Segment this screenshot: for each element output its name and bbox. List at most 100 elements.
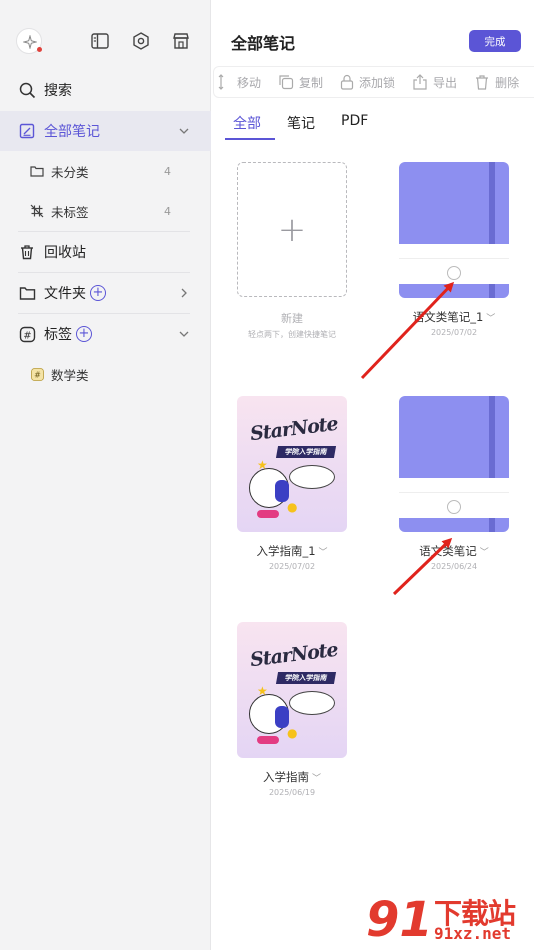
add-lock-button[interactable]: 添加锁 [340,74,395,91]
chevron-right-icon[interactable] [179,288,189,298]
chevron-down-icon[interactable]: ﹀ [319,548,328,558]
cover-speech-bubble [289,465,335,489]
note-date: 2025/06/24 [430,562,478,571]
note-card[interactable]: 语文类笔记_1 ﹀ 2025/07/02 [399,162,509,337]
sidebar-item-uncategorized[interactable]: 未分类 4 [0,151,211,191]
chevron-down-icon[interactable] [179,329,189,339]
sidebar-item-label: 搜索 [44,83,72,99]
sidebar-top-bar [16,28,194,56]
tab-notes[interactable]: 笔记 [287,113,315,137]
new-note-card[interactable]: + 新建 轻点两下，创建快捷笔记 [237,162,347,340]
notebook-ring [447,500,461,514]
note-card[interactable]: StarNote 学院入学指南 ★ ● 入学指南_1 ﹀ 2025/07/02 [237,396,347,571]
selection-toolbar: 移动 复制 添加锁 导出 删除 [213,66,534,98]
note-name: 语文类笔记_1 [412,310,484,324]
new-note-label: 新建 [281,312,303,325]
sidebar-item-label: 全部笔记 [44,124,100,140]
copy-button[interactable]: 复制 [278,74,323,91]
note-title[interactable]: 入学指南_1 ﹀ [237,543,347,559]
svg-text:#: # [34,370,41,379]
star-icon: ★ [257,684,268,698]
notebook-ring [447,266,461,280]
move-button[interactable]: 移动 [218,74,261,91]
notebook-cover[interactable] [399,396,509,532]
export-button[interactable]: 导出 [412,74,457,91]
cover-logo: StarNote [248,638,339,672]
new-note-button[interactable]: + [237,162,347,297]
note-name: 入学指南 [262,770,309,784]
chevron-down-icon[interactable] [179,126,189,136]
svg-text:#: # [23,330,31,341]
add-folder-icon[interactable]: + [90,285,106,301]
watermark: 91 下载站 91xz.net [362,886,534,950]
delete-button[interactable]: 删除 [474,74,519,91]
note-icon [18,122,36,140]
plus-icon: + [277,209,307,250]
sidebar-item-all-notes[interactable]: 全部笔记 [0,111,211,151]
sidebar-item-recycle-bin[interactable]: 回收站 [0,232,211,272]
watermark-url: 91xz.net [434,924,512,943]
trash-icon [18,243,36,261]
note-card[interactable]: StarNote 学院入学指南 ★ ● 入学指南 ﹀ 2025/06/19 [237,622,347,797]
note-card[interactable]: 语文类笔记 ﹀ 2025/06/24 [399,396,509,571]
tag-off-icon [30,204,44,218]
note-title[interactable]: 语文类笔记_1 ﹀ [399,309,509,325]
hash-tag-icon: # [18,325,36,343]
tab-all[interactable]: 全部 [225,113,275,140]
star-icon: ★ [257,458,268,472]
export-icon [413,74,427,90]
tab-pdf[interactable]: PDF [341,113,368,137]
note-title[interactable]: 入学指南 ﹀ [237,769,347,785]
tab-bar: 全部 笔记 PDF [225,113,394,140]
note-title[interactable]: 语文类笔记 ﹀ [399,543,509,559]
sidebar-toggle-icon[interactable] [90,31,110,51]
note-date: 2025/06/19 [268,788,316,797]
delete-label: 删除 [495,75,520,90]
starnote-cover[interactable]: StarNote 学院入学指南 ★ ● [237,622,347,758]
sidebar-item-label: 文件夹 [44,286,86,302]
note-name: 语文类笔记 [419,544,477,558]
cover-logo: StarNote [248,412,339,446]
tag-icon: # [30,367,44,381]
add-tag-icon[interactable]: + [76,326,92,342]
cover-mascot-feet [257,510,279,518]
sidebar: 搜索 全部笔记 未分类 4 未标签 4 回收站 文件夹 + # 标签 + # 数… [0,0,211,950]
sidebar-item-search[interactable]: 搜索 [0,70,211,110]
copy-icon [279,75,294,90]
lock-label: 添加锁 [359,75,396,90]
chevron-down-icon[interactable]: ﹀ [312,774,321,784]
sidebar-item-label: 标签 [44,327,72,343]
sidebar-item-tags[interactable]: # 标签 + [0,314,211,354]
chevron-down-icon[interactable]: ﹀ [480,548,489,558]
cover-banner: 学院入学指南 [275,446,337,458]
note-date: 2025/07/02 [430,328,478,337]
star-icon: ● [287,500,298,514]
watermark-logo: 91 [366,892,433,948]
chevron-down-icon[interactable]: ﹀ [486,314,495,324]
page-title: 全部笔记 [231,34,296,53]
sidebar-item-label: 数学类 [51,367,89,383]
new-note-hint: 轻点两下，创建快捷笔记 [248,330,336,339]
move-icon [218,74,224,90]
star-icon: ● [287,726,298,740]
note-date: 2025/07/02 [268,562,316,571]
sidebar-item-label: 未分类 [51,164,89,180]
notebook-cover[interactable] [399,162,509,298]
cover-mascot-wing [275,480,289,502]
starnote-cover[interactable]: StarNote 学院入学指南 ★ ● [237,396,347,532]
avatar[interactable] [16,28,42,54]
cover-mascot-feet [257,736,279,744]
store-icon[interactable] [171,31,191,51]
trash-icon [476,75,489,90]
note-name: 入学指南_1 [256,544,316,558]
move-label: 移动 [237,75,262,90]
sidebar-item-tag[interactable]: # 数学类 [0,354,211,394]
settings-icon[interactable] [131,31,151,51]
item-count: 4 [164,204,171,218]
cover-banner: 学院入学指南 [275,672,337,684]
search-icon [18,81,36,99]
done-button[interactable]: 完成 [469,30,521,52]
cover-mascot-wing [275,706,289,728]
sidebar-item-untagged[interactable]: 未标签 4 [0,191,211,231]
sidebar-item-folders[interactable]: 文件夹 + [0,273,211,313]
